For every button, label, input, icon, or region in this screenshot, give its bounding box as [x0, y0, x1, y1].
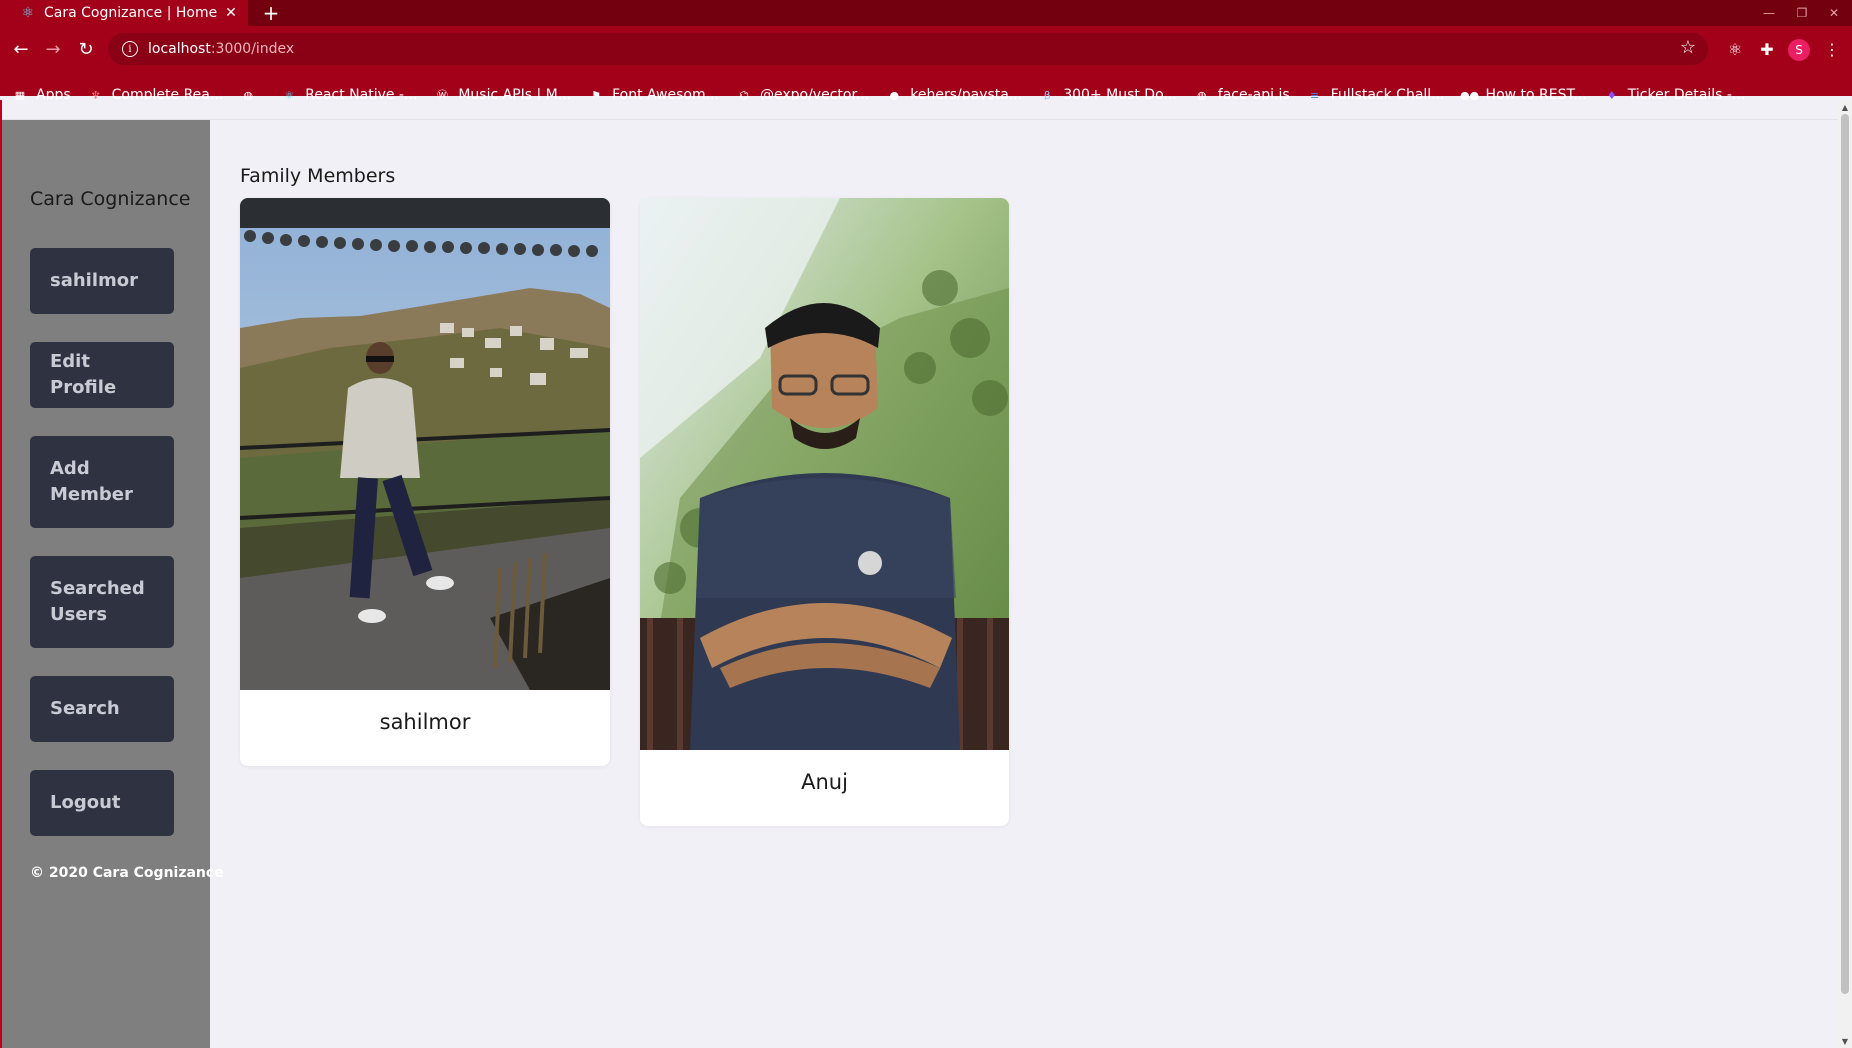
browser-toolbar: ← → ↻ i localhost:3000/index ☆ ⚛ ✚ S ⋮ ▦… — [0, 26, 1852, 103]
back-arrow-icon[interactable]: ← — [6, 36, 36, 62]
profile-avatar[interactable]: S — [1788, 39, 1810, 61]
section-title: Family Members — [240, 165, 396, 187]
url-path: :3000/index — [210, 41, 295, 57]
page-scrollbar[interactable]: ▲ ▼ — [1838, 100, 1852, 1048]
restore-window-icon[interactable]: ❐ — [1786, 0, 1818, 26]
react-favicon-icon: ⚛ — [21, 5, 35, 21]
member-name: sahilmor — [379, 710, 471, 734]
sidebar-item-edit-profile[interactable]: Edit Profile — [30, 342, 174, 408]
sidebar-item-label: Edit Profile — [50, 351, 117, 398]
sidebar-item-label: Search — [50, 698, 120, 719]
member-name: Anuj — [801, 770, 848, 794]
member-photo — [640, 198, 1009, 750]
scroll-down-icon[interactable]: ▼ — [1838, 1034, 1852, 1048]
tab-title: Cara Cognizance | Home — [44, 5, 218, 21]
new-tab-icon[interactable]: + — [258, 0, 284, 26]
extensions-puzzle-icon[interactable]: ✚ — [1753, 36, 1781, 62]
sidebar-item-label: Searched Users — [50, 578, 145, 625]
member-card[interactable]: sahilmor — [240, 198, 610, 766]
url-host: localhost — [148, 41, 211, 57]
member-card[interactable]: Anuj — [640, 198, 1009, 826]
site-info-icon[interactable]: i — [122, 41, 138, 57]
sidebar-item-add-member[interactable]: Add Member — [30, 436, 174, 528]
close-tab-icon[interactable]: ✕ — [220, 5, 242, 21]
sidebar-item-label: Add Member — [50, 458, 133, 505]
sidebar-item-search[interactable]: Search — [30, 676, 174, 742]
scrollbar-thumb[interactable] — [1841, 114, 1849, 994]
sidebar: Cara Cognizance sahilmor Edit Profile Ad… — [2, 120, 224, 1048]
sidebar-item-profile[interactable]: sahilmor — [30, 248, 174, 314]
sidebar-item-label: Logout — [50, 792, 121, 813]
forward-arrow-icon[interactable]: → — [38, 36, 68, 62]
react-devtools-icon[interactable]: ⚛ — [1721, 36, 1749, 62]
address-bar[interactable]: i localhost:3000/index ☆ — [108, 33, 1708, 65]
page-content: Cara Cognizance sahilmor Edit Profile Ad… — [0, 100, 1852, 1048]
sidebar-item-logout[interactable]: Logout — [30, 770, 174, 836]
top-navbar-strip — [0, 100, 1840, 120]
member-photo — [240, 198, 610, 690]
copyright-text: © 2020 Cara Cognizance — [30, 865, 224, 881]
browser-tab[interactable]: ⚛ Cara Cognizance | Home ✕ — [0, 0, 248, 26]
brand-title: Cara Cognizance — [30, 188, 191, 210]
close-window-icon[interactable]: ✕ — [1818, 0, 1850, 26]
browser-menu-icon[interactable]: ⋮ — [1818, 36, 1846, 62]
sidebar-item-label: sahilmor — [50, 270, 139, 291]
scroll-up-icon[interactable]: ▲ — [1838, 100, 1852, 114]
minimize-window-icon[interactable]: — — [1753, 0, 1785, 26]
bookmark-star-icon[interactable]: ☆ — [1680, 37, 1696, 58]
reload-icon[interactable]: ↻ — [71, 36, 101, 62]
browser-tab-bar: ⚛ Cara Cognizance | Home ✕ + — ❐ ✕ — [0, 0, 1852, 26]
sidebar-item-searched-users[interactable]: Searched Users — [30, 556, 174, 648]
